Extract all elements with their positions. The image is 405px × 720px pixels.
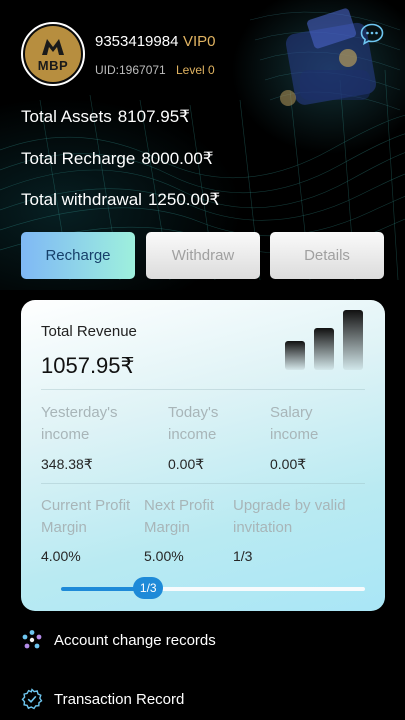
account-change-records-label: Account change records bbox=[54, 631, 216, 649]
transaction-record[interactable]: Transaction Record bbox=[21, 688, 184, 710]
bar-chart-icon bbox=[285, 310, 363, 370]
upgrade-value: 1/3 bbox=[233, 548, 253, 564]
total-withdrawal-value: 1250.00₹ bbox=[147, 190, 221, 209]
avatar-logo-text: MBP bbox=[37, 58, 69, 73]
salary-income-value: 0.00₹ bbox=[270, 456, 307, 472]
current-margin-label: Current Profit Margin bbox=[41, 497, 131, 536]
details-button[interactable]: Details bbox=[270, 232, 384, 279]
today-income-value: 0.00₹ bbox=[168, 456, 205, 472]
next-margin-label: Next Profit Margin bbox=[144, 497, 215, 536]
withdraw-button[interactable]: Withdraw bbox=[146, 232, 260, 279]
user-uid: UID:1967071 bbox=[95, 63, 166, 77]
user-phone: 9353419984 bbox=[95, 33, 179, 50]
current-margin-value: 4.00% bbox=[41, 548, 81, 564]
recharge-button[interactable]: Recharge bbox=[21, 232, 135, 279]
yesterday-income-value: 348.38₹ bbox=[41, 456, 93, 472]
progress-thumb: 1/3 bbox=[133, 577, 164, 599]
card-divider bbox=[41, 389, 365, 390]
revenue-card: Total Revenue 1057.95₹ Yesterday's incom… bbox=[21, 300, 385, 611]
invitation-progress-bar: 1/3 bbox=[61, 577, 365, 599]
total-recharge: Total Recharge 8000.00₹ bbox=[21, 149, 214, 169]
vip-badge: VIP0 bbox=[183, 33, 216, 50]
today-income-label: Today's income bbox=[168, 404, 219, 443]
total-revenue-value: 1057.95₹ bbox=[41, 353, 135, 378]
user-level: Level 0 bbox=[176, 63, 215, 77]
logo-icon bbox=[42, 39, 64, 55]
next-margin-value: 5.00% bbox=[144, 548, 184, 564]
total-assets-value: 8107.95₹ bbox=[117, 107, 190, 126]
total-recharge-label: Total Recharge bbox=[21, 149, 136, 168]
total-revenue-label: Total Revenue bbox=[41, 323, 137, 340]
avatar[interactable]: MBP bbox=[21, 22, 85, 86]
card-divider bbox=[41, 483, 365, 484]
yesterday-income-label: Yesterday's income bbox=[41, 404, 118, 443]
account-change-records[interactable]: Account change records bbox=[21, 629, 216, 651]
chat-bubble-icon[interactable] bbox=[360, 23, 384, 45]
transaction-gear-icon bbox=[21, 688, 43, 710]
transaction-record-label: Transaction Record bbox=[54, 690, 185, 708]
records-icon bbox=[22, 630, 42, 649]
salary-income-label: Salary income bbox=[270, 404, 319, 443]
total-assets-label: Total Assets bbox=[21, 107, 112, 126]
total-recharge-value: 8000.00₹ bbox=[141, 149, 214, 168]
total-withdrawal: Total withdrawal 1250.00₹ bbox=[21, 190, 220, 210]
total-withdrawal-label: Total withdrawal bbox=[21, 190, 142, 209]
total-assets: Total Assets 8107.95₹ bbox=[21, 107, 190, 127]
upgrade-label: Upgrade by valid invitation bbox=[233, 497, 346, 536]
